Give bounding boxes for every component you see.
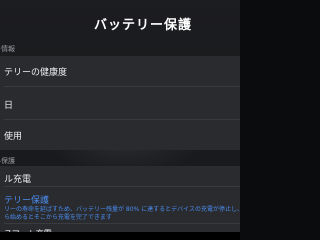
row-days[interactable]: 日 [0,86,240,119]
row-charging-label: ル充電 [4,175,32,185]
section-header-protection: ル保護 [0,157,15,165]
row-battery-health[interactable]: テリーの健康度 [0,56,240,86]
row-battery-health-label: テリーの健康度 [4,68,68,78]
charging-group: ル充電 テリー保護 リーの寿命を延ばすため、バッテリー残量が 80% に達すると… [0,166,240,238]
row-usage-label: 使用 [4,132,23,142]
divider [4,223,240,224]
settings-screen: バッテリー保護 ー情報 テリーの健康度 日 使用 ル保護 ル充電 テリー保護 リ… [0,0,240,240]
battery-info-group: テリーの健康度 日 使用 [0,56,240,150]
section-header-battery-info: ー情報 [0,45,15,53]
row-usage[interactable]: 使用 [0,119,240,150]
battery-protection-description-line2: ら始めるとそこから充電を完了できます [4,214,112,221]
row-battery-protection[interactable]: テリー保護 リーの寿命を延ばすため、バッテリー残量が 80% に達するとデバイス… [0,188,240,222]
row-days-label: 日 [4,101,14,111]
device-bezel [0,232,240,240]
page-title: バッテリー保護 [94,18,193,33]
divider [4,186,240,187]
